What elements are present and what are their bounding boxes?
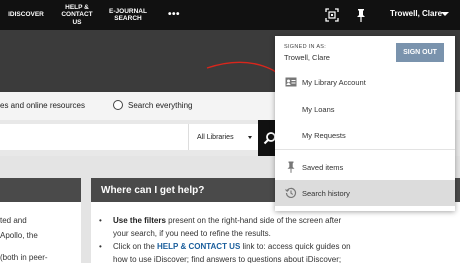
help-text-line: Click on the HELP & CONTACT US link to: … <box>113 242 351 251</box>
search-everything-label[interactable]: Search everything <box>128 101 192 110</box>
nav-help-contact-link[interactable]: HELP & CONTACT US <box>56 0 98 30</box>
search-everything-radio[interactable] <box>113 100 123 110</box>
qr-scan-icon[interactable] <box>323 6 341 24</box>
history-icon <box>285 187 297 199</box>
user-menu-name[interactable]: Trowell, Clare <box>390 9 442 18</box>
help-text-line: Use the filters present on the right-han… <box>113 216 341 225</box>
help-text: present on the right-hand side of the sc… <box>165 216 342 225</box>
help-text-line: your search, if you need to refine the r… <box>113 229 271 238</box>
help-filters-bold: Use the filters <box>113 216 166 225</box>
left-card-text-line: ted and <box>0 216 27 225</box>
pin-icon <box>285 161 297 173</box>
left-card-text-line: (both in peer- <box>0 253 48 262</box>
nav-ejournal-search-link[interactable]: E-JOURNAL SEARCH <box>106 0 150 30</box>
menu-item-label: My Requests <box>302 130 346 140</box>
menu-item-label: Saved items <box>302 162 344 172</box>
help-text-line: how to use iDiscover; find answers to qu… <box>113 255 342 263</box>
sign-out-button[interactable]: SIGN OUT <box>396 43 444 62</box>
help-text: Click on the <box>113 242 158 251</box>
menu-item-label: My Library Account <box>302 77 366 87</box>
menu-item-label: Search history <box>302 188 350 198</box>
signed-in-label: SIGNED IN AS: <box>284 44 327 50</box>
help-contact-link[interactable]: HELP & CONTACT US <box>157 242 240 251</box>
menu-item-my-requests[interactable]: My Requests <box>275 122 455 148</box>
left-card-header <box>0 178 81 202</box>
nav-more-menu[interactable]: ••• <box>166 0 182 30</box>
menu-divider <box>275 149 455 150</box>
id-card-icon <box>285 76 297 88</box>
menu-item-my-loans[interactable]: My Loans <box>275 96 455 122</box>
bullet: • <box>99 216 102 225</box>
library-scope-value: All Libraries <box>197 133 234 141</box>
menu-item-my-library-account[interactable]: My Library Account <box>275 69 455 95</box>
nav-idiscover-link[interactable]: IDISCOVER <box>8 0 44 30</box>
help-text: link to: access quick guides on <box>240 242 351 251</box>
pin-icon[interactable] <box>352 6 370 24</box>
caret-down-icon <box>248 136 252 139</box>
signed-in-name: Trowell, Clare <box>284 53 330 62</box>
menu-item-saved-items[interactable]: Saved items <box>275 154 455 180</box>
bullet: • <box>99 242 102 251</box>
search-option-library-label[interactable]: es and online resources <box>0 101 85 110</box>
chevron-down-icon[interactable] <box>441 12 449 16</box>
menu-item-search-history[interactable]: Search history <box>275 180 455 206</box>
left-card-text-line: Apollo, the <box>0 231 38 240</box>
search-input[interactable] <box>0 124 188 150</box>
menu-item-label: My Loans <box>302 104 335 114</box>
